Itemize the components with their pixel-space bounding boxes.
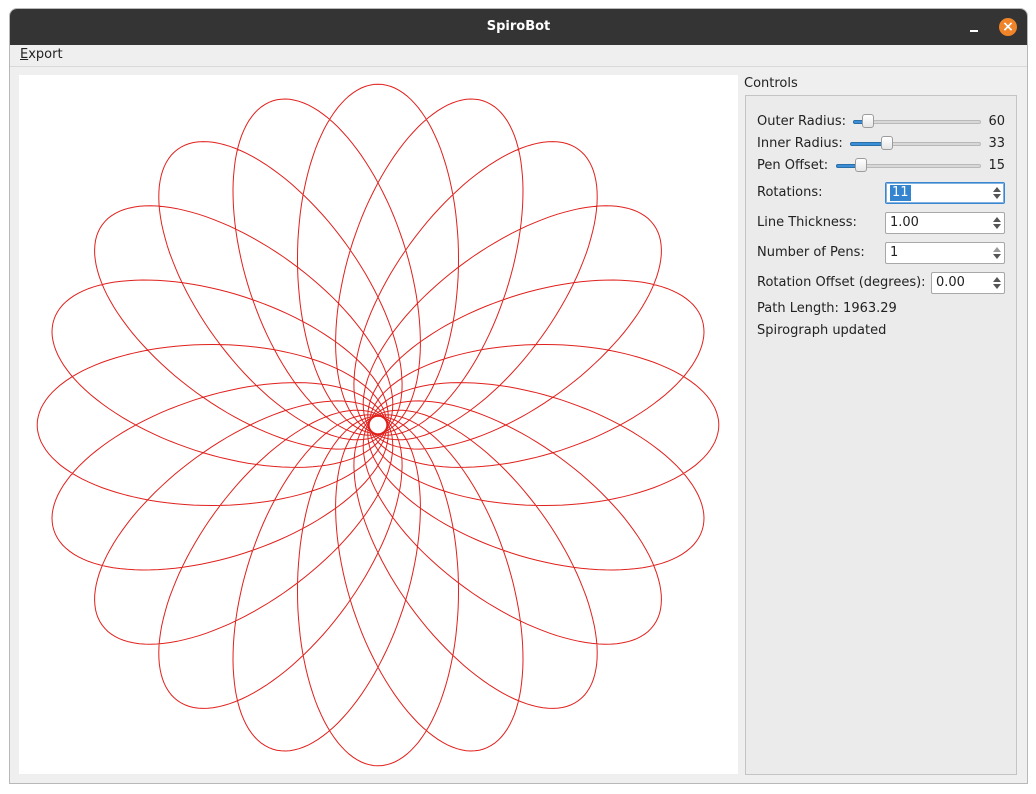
status-text: Spirograph updated [757, 323, 887, 338]
menu-bar: Export [10, 45, 1027, 67]
spin-down-icon[interactable] [993, 284, 1001, 289]
inner-radius-label: Inner Radius: [757, 136, 843, 151]
spin-down-icon[interactable] [993, 194, 1001, 199]
rotation-offset-label: Rotation Offset (degrees): [757, 275, 926, 290]
pen-offset-value: 15 [988, 158, 1005, 173]
path-length-text: Path Length: 1963.29 [757, 301, 897, 316]
controls-panel: Outer Radius: 60 Inner Radius: 33 Pen Of… [745, 95, 1017, 775]
rotation-offset-spinbox[interactable]: 0.00 [931, 272, 1005, 294]
outer-radius-handle[interactable] [862, 114, 875, 128]
rotations-value: 11 [890, 185, 911, 201]
number-of-pens-value: 1 [890, 245, 899, 260]
window-title: SpiroBot [486, 19, 551, 34]
controls-group-title: Controls [744, 76, 798, 91]
rotations-spin-arrows[interactable] [990, 183, 1004, 203]
number-of-pens-label: Number of Pens: [757, 245, 865, 260]
line-thickness-label: Line Thickness: [757, 215, 857, 230]
spin-up-icon[interactable] [993, 247, 1001, 252]
spin-up-icon[interactable] [993, 187, 1001, 192]
inner-radius-value: 33 [988, 136, 1005, 151]
rotations-label: Rotations: [757, 185, 823, 200]
line-thickness-spinbox[interactable]: 1.00 [885, 212, 1005, 234]
outer-radius-value: 60 [988, 114, 1005, 129]
menu-export-label: xport [28, 47, 63, 62]
spin-down-icon[interactable] [993, 224, 1001, 229]
rotation-offset-value: 0.00 [936, 275, 965, 290]
spirograph-canvas[interactable] [19, 75, 738, 774]
spin-up-icon[interactable] [993, 277, 1001, 282]
minimize-button[interactable] [965, 18, 983, 36]
app-window: SpiroBot × Export Controls Outer Radius:… [9, 8, 1028, 784]
pen-offset-label: Pen Offset: [757, 158, 829, 173]
title-bar[interactable]: SpiroBot × [10, 9, 1027, 45]
menu-export-mnemonic: E [20, 47, 29, 62]
inner-radius-handle[interactable] [880, 136, 893, 150]
rotation-offset-spin-arrows[interactable] [990, 273, 1004, 293]
line-thickness-value: 1.00 [890, 215, 919, 230]
spin-up-icon[interactable] [993, 217, 1001, 222]
inner-radius-slider[interactable] [850, 136, 981, 152]
pen-offset-slider[interactable] [836, 158, 981, 174]
outer-radius-label: Outer Radius: [757, 114, 847, 129]
number-of-pens-spinbox[interactable]: 1 [885, 242, 1005, 264]
close-button[interactable]: × [999, 18, 1017, 36]
spin-down-icon[interactable] [993, 254, 1001, 259]
number-of-pens-spin-arrows[interactable] [990, 243, 1004, 263]
menu-export[interactable]: Export [20, 47, 63, 62]
spirograph-drawing [36, 83, 720, 767]
pen-offset-handle[interactable] [854, 158, 867, 172]
outer-radius-slider[interactable] [853, 114, 981, 130]
rotations-spinbox[interactable]: 11 [885, 182, 1005, 204]
line-thickness-spin-arrows[interactable] [990, 213, 1004, 233]
spirograph-curve [36, 83, 720, 767]
